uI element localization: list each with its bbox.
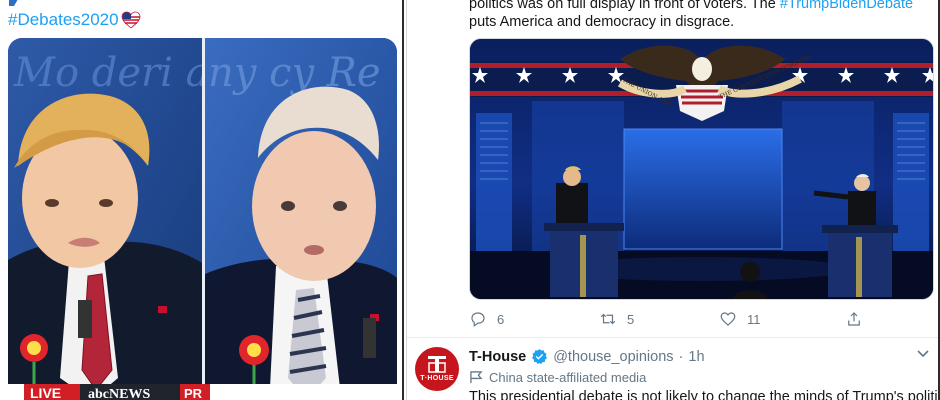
like-count: 11 — [747, 311, 761, 327]
tweet-time[interactable]: 1h — [688, 349, 704, 365]
left-tweet-panel: #Debates2020 Mo deri an Pe ny cy Re LIVE… — [0, 0, 404, 400]
flag-icon — [470, 371, 483, 384]
chyron-extra: PR — [184, 386, 203, 400]
like-button[interactable]: 11 — [719, 310, 761, 328]
hashtag-debates2020[interactable]: #Debates2020 — [8, 10, 119, 30]
tweet-actions: 6 5 11 — [469, 310, 929, 330]
right-tweet-panel: politics was on full display in front of… — [406, 0, 940, 400]
reply-count: 6 — [497, 311, 505, 327]
user-handle[interactable]: @thouse_opinions — [553, 349, 673, 365]
hashtag-line: #Debates2020 — [8, 10, 141, 30]
partial-emoji-icon — [9, 0, 18, 6]
flag-heart-icon — [121, 11, 140, 29]
tweet-divider — [407, 337, 938, 338]
reply-button[interactable]: 6 — [469, 310, 504, 328]
verified-badge-icon — [532, 349, 548, 365]
retweet-count: 5 — [627, 311, 635, 327]
hashtag-trumpbidendebate[interactable]: #TrumpBidenDebate — [780, 0, 913, 12]
next-tweet-text: This presidential debate is not likely t… — [469, 389, 940, 400]
heart-icon — [720, 312, 736, 326]
chevron-down-icon[interactable] — [916, 346, 930, 362]
state-media-label[interactable]: China state-affiliated media — [469, 370, 646, 385]
tweet-text-prefix: politics was on full display in front of… — [469, 0, 780, 12]
meme-image[interactable]: Mo deri an Pe ny cy Re LIVE abcNEWS PR — [8, 38, 397, 400]
separator-dot: · — [678, 348, 684, 365]
tweet-text-suffix: puts America and democracy in disgrace. — [469, 14, 735, 30]
avatar[interactable]: T·HOUSE — [415, 347, 459, 391]
t-house-logo-icon — [428, 356, 446, 373]
display-name[interactable]: T-House — [469, 349, 526, 365]
chyron-live: LIVE — [30, 385, 61, 400]
share-icon — [848, 312, 860, 326]
user-line: T-House @thouse_opinions · 1h — [469, 348, 705, 365]
affiliation-text: China state-affiliated media — [489, 370, 647, 385]
retweet-icon — [600, 313, 616, 325]
chyron-network: abcNEWS — [88, 387, 150, 400]
retweet-button[interactable]: 5 — [599, 310, 634, 328]
tweet-text: politics was on full display in front of… — [469, 0, 938, 31]
share-button[interactable] — [845, 310, 863, 328]
backdrop-text-right: ny cy Re — [208, 50, 381, 96]
avatar-text: T·HOUSE — [420, 375, 454, 382]
debate-stage-photo[interactable]: THE UNION AND THE CONSTITUTION FOREVER — [469, 38, 934, 300]
reply-icon — [471, 312, 485, 327]
